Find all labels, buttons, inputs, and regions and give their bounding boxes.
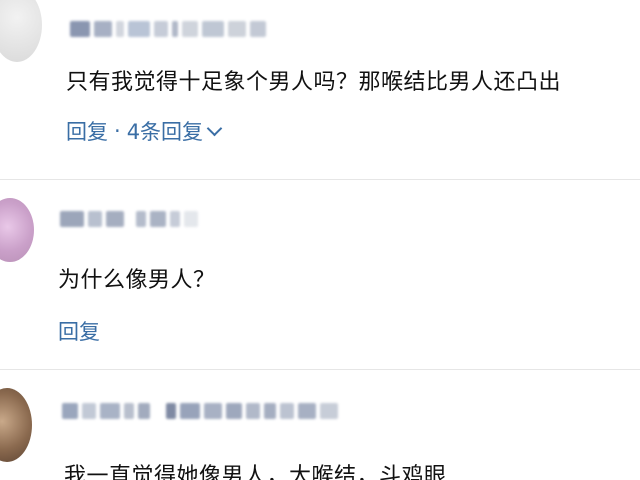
avatar[interactable] xyxy=(0,388,32,462)
comments-panel: 只有我觉得十足象个男人吗？那喉结比男人还凸出 回复 · 4条回复 为什么像男人？… xyxy=(0,0,640,480)
separator: · xyxy=(114,119,121,143)
avatar[interactable] xyxy=(0,0,42,62)
comment-item: 为什么像男人？ 回复 xyxy=(0,180,640,380)
comment-text: 为什么像男人？ xyxy=(58,268,216,293)
comment-actions: 回复 · 4条回复 xyxy=(66,116,223,146)
avatar[interactable] xyxy=(0,198,34,262)
comment-text: 只有我觉得十足象个男人吗？那喉结比男人还凸出 xyxy=(66,70,562,95)
reply-button[interactable]: 回复 xyxy=(58,316,100,346)
username-blurred[interactable] xyxy=(60,210,198,228)
username-blurred[interactable] xyxy=(70,20,266,38)
comment-item: 我一直觉得她像男人，大喉结，斗鸡眼 xyxy=(0,370,640,480)
comment-item: 只有我觉得十足象个男人吗？那喉结比男人还凸出 回复 · 4条回复 xyxy=(0,0,640,180)
username-blurred[interactable] xyxy=(62,402,338,420)
view-replies-button[interactable]: 4条回复 xyxy=(127,116,203,146)
chevron-down-icon[interactable] xyxy=(206,120,223,136)
reply-button[interactable]: 回复 xyxy=(66,116,108,146)
comment-actions: 回复 xyxy=(58,316,100,346)
comment-text: 我一直觉得她像男人，大喉结，斗鸡眼 xyxy=(64,464,447,480)
